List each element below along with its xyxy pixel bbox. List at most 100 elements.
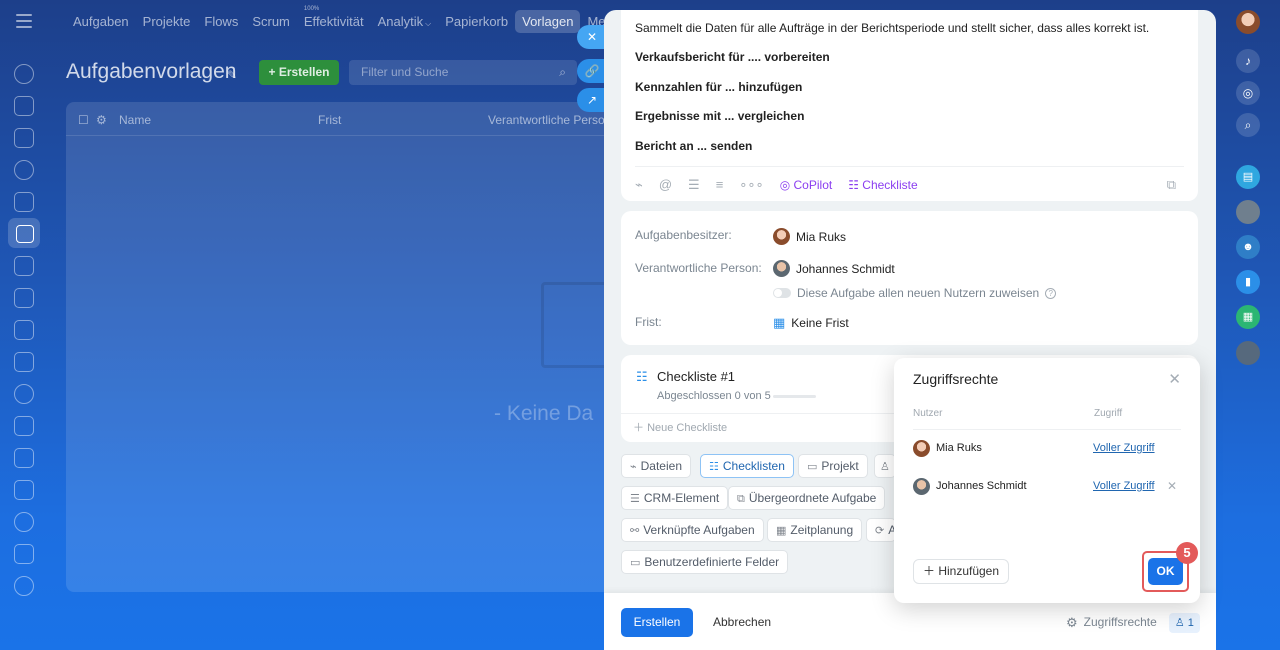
calendar-icon: ▦	[776, 525, 787, 537]
rail-sites-icon[interactable]	[14, 512, 34, 532]
column-name[interactable]: Name	[119, 113, 151, 127]
bullet-list-icon[interactable]: ☰	[688, 177, 700, 193]
access-rights-button[interactable]: ⚙ Zugriffsrechte ♙ 1	[1066, 608, 1200, 637]
rail-drive-icon[interactable]	[14, 256, 34, 276]
nav-projekte[interactable]: Projekte	[136, 10, 198, 33]
nav-scrum[interactable]: Scrum	[245, 10, 297, 33]
numbered-list-icon[interactable]: ≡	[716, 177, 724, 192]
rail-automation-icon[interactable]	[14, 448, 34, 468]
help-icon[interactable]: ?	[1045, 287, 1057, 299]
rail-cart-icon[interactable]	[14, 544, 34, 564]
add-user-button[interactable]: ＋ Hinzufügen	[913, 559, 1009, 584]
mention-icon[interactable]: @	[659, 177, 672, 192]
owner-value[interactable]: Mia Ruks	[773, 228, 846, 245]
page-title: Aufgabenvorlagen	[66, 60, 237, 83]
chip-crm[interactable]: ☰ CRM-Element	[621, 486, 729, 510]
close-slider-button[interactable]: ✕	[577, 25, 607, 49]
chip-files[interactable]: ⌁ Dateien	[621, 454, 691, 478]
ok-button[interactable]: OK	[1148, 558, 1183, 585]
close-icon[interactable]: ✕	[1168, 370, 1181, 388]
rail-crm-icon[interactable]	[14, 320, 34, 340]
rail-mail-icon[interactable]	[14, 352, 34, 372]
copilot-icon[interactable]: ◎	[1236, 81, 1260, 105]
description-step-4[interactable]: Bericht an ... senden	[635, 139, 752, 153]
popup-user-name: Mia Ruks	[936, 442, 982, 454]
responsible-value[interactable]: Johannes Schmidt	[773, 260, 895, 277]
rail-funnel-icon[interactable]	[14, 416, 34, 436]
more-icon[interactable]: ∘∘∘	[739, 177, 763, 193]
user-avatar[interactable]	[1236, 10, 1260, 34]
deadline-value[interactable]: ▦ Keine Frist	[773, 315, 849, 331]
create-template-button[interactable]: + Erstellen	[259, 60, 339, 85]
chat-avatar-4[interactable]	[1236, 341, 1260, 365]
select-all-checkbox[interactable]: ☐	[78, 113, 89, 127]
open-new-window-button[interactable]: ↗	[577, 88, 607, 112]
assign-all-toggle-row[interactable]: Diese Aufgabe allen neuen Nutzern zuweis…	[773, 286, 1057, 300]
pin-icon[interactable]: ✎	[227, 68, 237, 82]
menu-icon[interactable]	[16, 14, 32, 28]
add-user-label: Hinzufügen	[938, 564, 1000, 578]
user-count-badge[interactable]: ♙ 1	[1168, 612, 1200, 633]
checklist-button[interactable]: ☷ Checkliste	[848, 178, 917, 192]
nav-analytik[interactable]: Analytik ⌵	[371, 10, 439, 33]
chat-avatar-1[interactable]: ▤	[1236, 165, 1260, 189]
chip-repeat[interactable]: ⟳ A	[866, 518, 896, 542]
column-deadline[interactable]: Frist	[318, 113, 341, 127]
rail-copilot-icon[interactable]	[14, 160, 34, 180]
description-intro[interactable]: Sammelt die Daten für alle Aufträge in d…	[635, 21, 1149, 35]
nav-effektivitaet[interactable]: 100% Effektivität	[297, 6, 371, 33]
expand-editor-icon[interactable]: ⧉	[1167, 177, 1176, 193]
chat-avatar-bot[interactable]: ☻	[1236, 235, 1260, 259]
search-chat-icon[interactable]: ⌕	[1236, 113, 1260, 137]
description-step-1[interactable]: Verkaufsbericht für .... vorbereiten	[635, 50, 830, 64]
chip-project[interactable]: ▭ Projekt	[798, 454, 868, 478]
access-level-link[interactable]: Voller Zugriff	[1093, 480, 1155, 492]
chip-linked-tasks[interactable]: ⚯ Verknüpfte Aufgaben	[621, 518, 764, 542]
chip-custom-fields[interactable]: ▭ Benutzerdefinierte Felder	[621, 550, 789, 574]
remove-user-icon[interactable]: ✕	[1167, 479, 1177, 493]
rail-docs-icon[interactable]	[14, 128, 34, 148]
rail-calendar-icon[interactable]	[14, 192, 34, 212]
nav-aufgaben[interactable]: Aufgaben	[66, 10, 136, 33]
chip-parent-task[interactable]: ⧉ Übergeordnete Aufgabe	[728, 486, 886, 510]
nav-vorlagen[interactable]: Vorlagen	[515, 9, 581, 33]
chip-participants[interactable]: ♙	[874, 454, 896, 478]
checklist-icon: ☷	[636, 369, 648, 384]
custom-fields-icon: ▭	[630, 557, 641, 569]
rail-feed-icon[interactable]	[14, 64, 34, 84]
rail-chat-icon[interactable]	[14, 96, 34, 116]
search-icon[interactable]: ⌕	[559, 60, 566, 85]
copy-link-button[interactable]: 🔗	[577, 59, 607, 83]
chip-checklists[interactable]: ☷ Checklisten	[700, 454, 794, 478]
chat-avatar-2[interactable]	[1236, 200, 1260, 224]
cancel-button[interactable]: Abbrechen	[713, 608, 771, 637]
rail-more-icon[interactable]	[14, 576, 34, 596]
column-responsible[interactable]: Verantwortliche Person	[488, 113, 611, 127]
nav-analytik-label: Analytik	[377, 13, 424, 29]
nav-papierkorb[interactable]: Papierkorb	[438, 10, 515, 33]
search-input[interactable]: Filter und Suche ⌕	[349, 60, 577, 85]
description-step-3[interactable]: Ergebnisse mit ... vergleichen	[635, 109, 804, 123]
bookmark-icon[interactable]: ▮	[1236, 270, 1260, 294]
copilot-button[interactable]: ◎ CoPilot	[780, 178, 833, 192]
chat-avatar-3[interactable]: ▦	[1236, 305, 1260, 329]
bell-icon[interactable]: ♪	[1236, 49, 1260, 73]
rail-store-icon[interactable]	[14, 480, 34, 500]
chip-scheduling[interactable]: ▦ Zeitplanung	[767, 518, 863, 542]
rail-board-icon[interactable]	[14, 288, 34, 308]
attachment-icon: ⌁	[630, 461, 637, 473]
rail-contacts-icon[interactable]	[14, 384, 34, 404]
checklist-title[interactable]: Checkliste #1	[657, 369, 735, 384]
rail-tasks-icon[interactable]	[8, 218, 40, 248]
new-checklist-label: Neue Checkliste	[647, 422, 728, 434]
description-step-2[interactable]: Kennzahlen für ... hinzufügen	[635, 80, 802, 94]
gear-icon[interactable]: ⚙	[96, 113, 107, 127]
assign-all-toggle[interactable]	[773, 288, 791, 298]
nav-flows[interactable]: Flows	[197, 10, 245, 33]
attachment-icon[interactable]: ⌁	[635, 177, 643, 193]
access-level-link[interactable]: Voller Zugriff	[1093, 442, 1155, 454]
user-count: 1	[1187, 616, 1194, 629]
popup-user: Mia Ruks	[913, 439, 982, 457]
create-button[interactable]: Erstellen	[621, 608, 693, 637]
deadline-text: Keine Frist	[791, 316, 849, 330]
